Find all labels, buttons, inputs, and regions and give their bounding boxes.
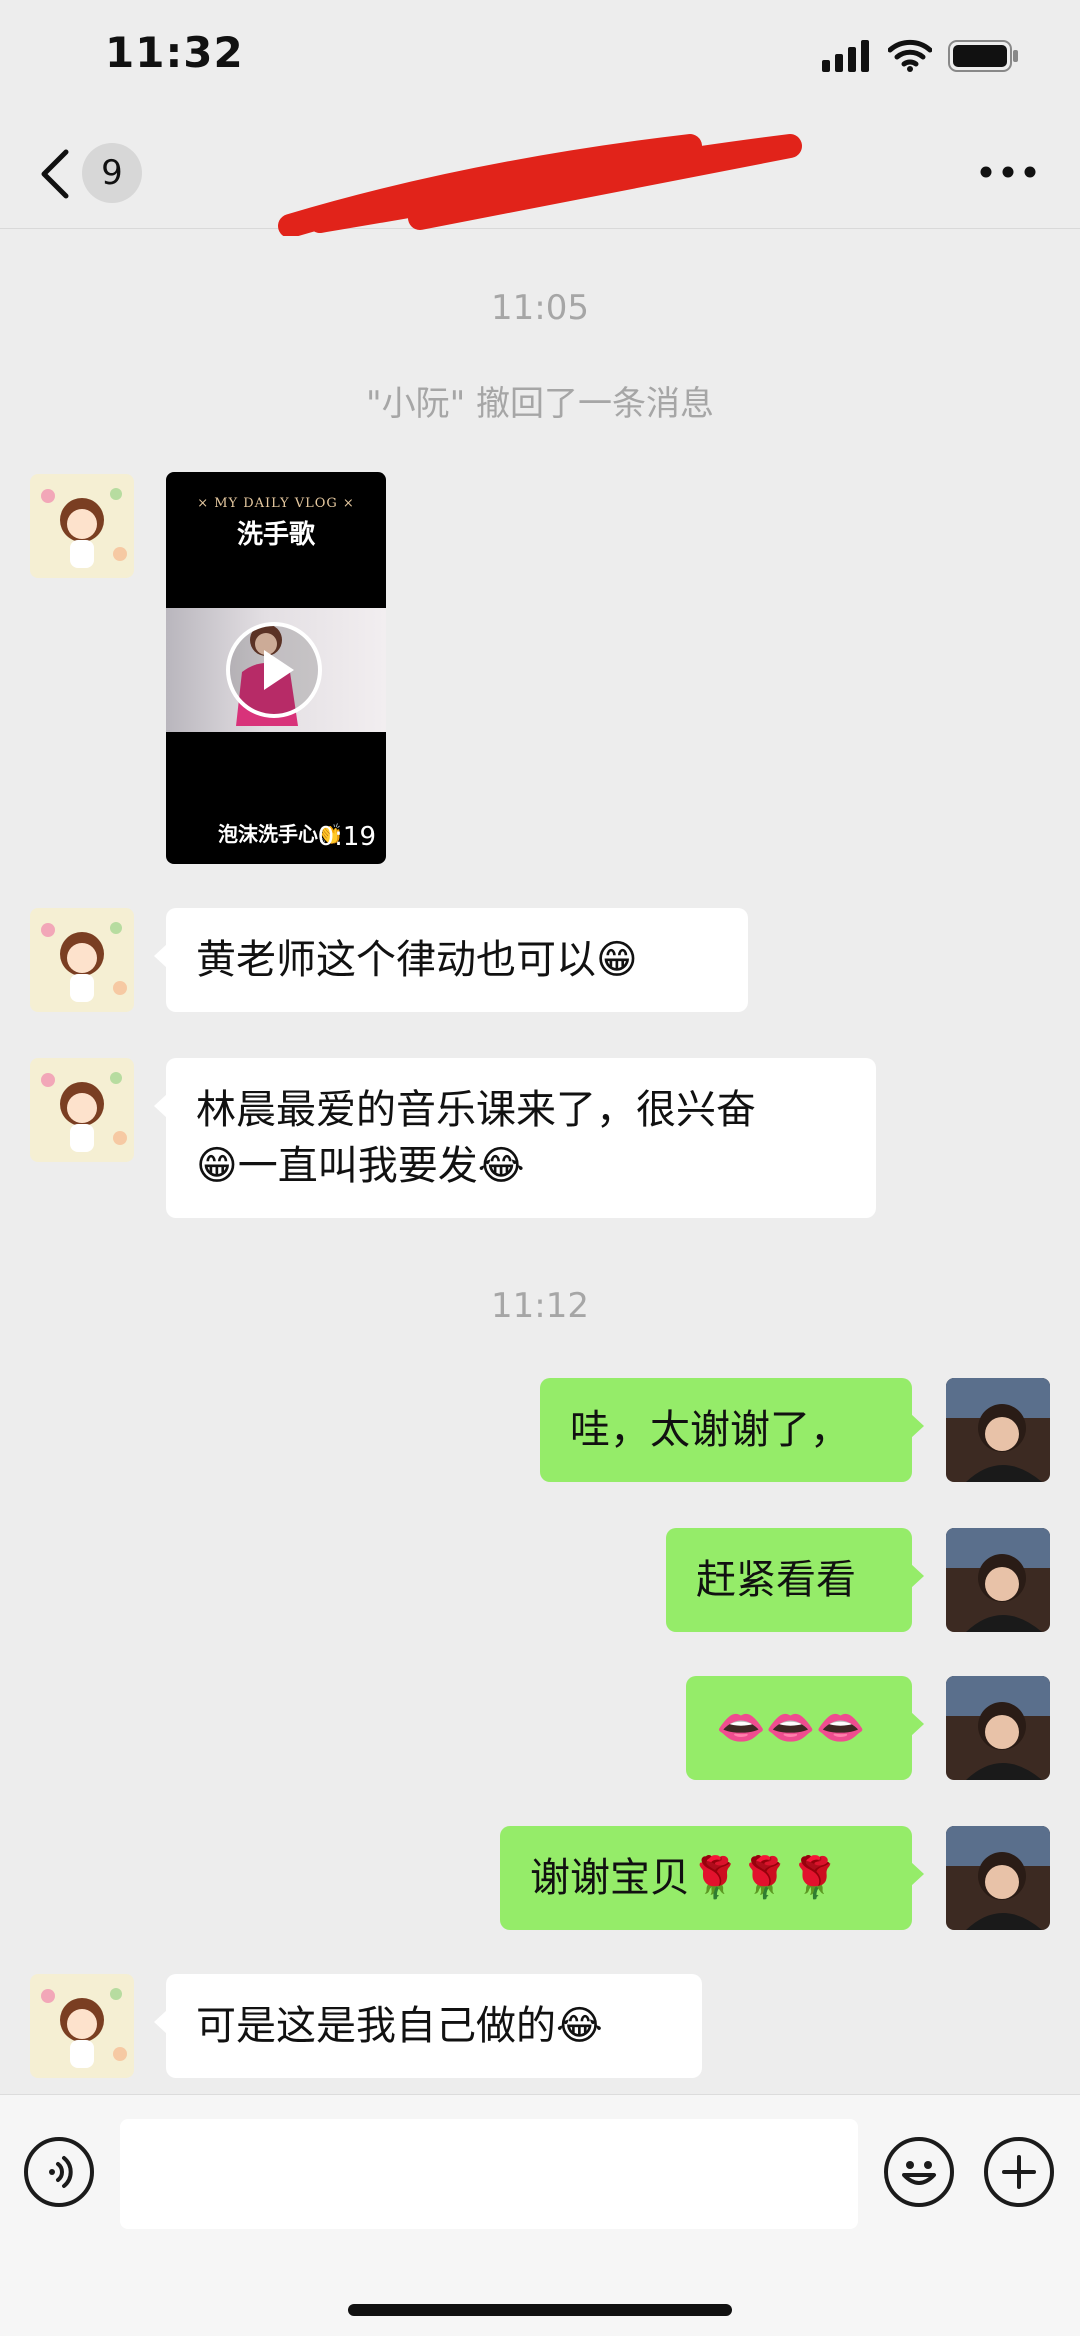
message-bubble-outgoing[interactable]: 👄👄👄: [686, 1676, 924, 1780]
message-bubble-incoming[interactable]: 林晨最爱的音乐课来了，很兴奋 😁一直叫我要发😂: [154, 1058, 876, 1218]
message-bubble-outgoing[interactable]: 赶紧看看: [666, 1528, 924, 1632]
cellular-signal-icon: [822, 40, 869, 72]
contact-avatar[interactable]: [30, 908, 134, 1012]
contact-avatar[interactable]: [30, 474, 134, 578]
recall-notice: "小阮" 撤回了一条消息: [365, 384, 715, 424]
home-indicator[interactable]: [348, 2304, 732, 2316]
my-avatar[interactable]: [946, 1528, 1050, 1632]
timestamp: 11:12: [491, 1286, 589, 1326]
wifi-icon: [888, 39, 932, 72]
message-bubble-incoming[interactable]: 黄老师这个律动也可以😁: [154, 908, 748, 1012]
video-message[interactable]: × MY DAILY VLOG × 洗手歌 泡沫洗手心👏 0:19: [166, 472, 386, 864]
battery-icon: [948, 40, 1018, 72]
back-arrow-icon[interactable]: [36, 146, 76, 202]
message-bubble-outgoing[interactable]: 哇，太谢谢了，: [540, 1378, 924, 1482]
redacted-chat-title: [278, 134, 802, 236]
video-title: 洗手歌: [236, 520, 315, 550]
emoji-icon[interactable]: [884, 2137, 954, 2207]
contact-avatar[interactable]: [30, 1058, 134, 1162]
chat-header: 9: [0, 120, 1080, 236]
unread-count-badge[interactable]: 9: [82, 143, 142, 203]
more-dots-icon[interactable]: [978, 164, 1038, 180]
message-input[interactable]: [120, 2119, 858, 2229]
contact-avatar[interactable]: [30, 1974, 134, 2078]
status-time: 11:32: [105, 28, 244, 77]
status-bar: 11:32: [0, 0, 1080, 120]
message-bubble-incoming[interactable]: 可是这是我自己做的😂: [154, 1974, 702, 2078]
play-icon[interactable]: [226, 622, 322, 718]
timestamp: 11:05: [491, 288, 589, 328]
input-bar: [0, 2094, 1080, 2336]
my-avatar[interactable]: [946, 1676, 1050, 1780]
video-vlog-text: × MY DAILY VLOG ×: [197, 496, 355, 511]
my-avatar[interactable]: [946, 1826, 1050, 1930]
my-avatar[interactable]: [946, 1378, 1050, 1482]
video-duration: 0:19: [317, 822, 376, 852]
message-bubble-outgoing[interactable]: 谢谢宝贝🌹🌹🌹: [500, 1826, 924, 1930]
voice-icon[interactable]: [24, 2137, 94, 2207]
plus-icon[interactable]: [984, 2137, 1054, 2207]
